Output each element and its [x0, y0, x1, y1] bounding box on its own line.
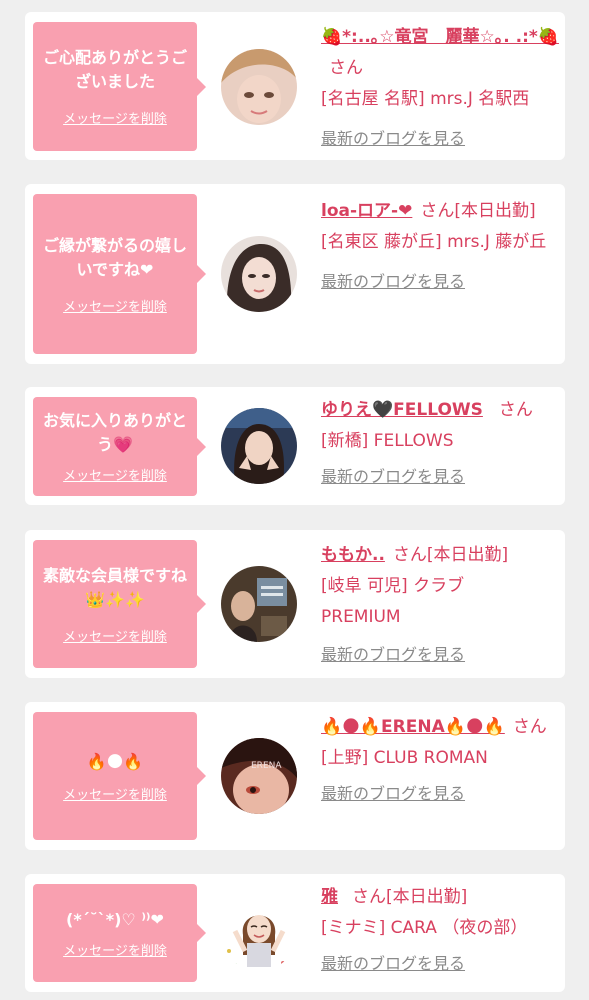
message-bubble: お気に入りありがとう💗 メッセージを削除 — [33, 397, 206, 496]
message-bubble: ご心配ありがとうございました メッセージを削除 — [33, 22, 206, 151]
message-card: 素敵な会員様ですね👑✨✨ メッセージを削除 ももか.. さん[本日出勤] [岐阜 … — [25, 530, 565, 678]
svg-text:ERENA: ERENA — [251, 761, 282, 771]
message-bubble: 🔥🌑🔥 メッセージを削除 — [33, 712, 206, 840]
user-info: 雅さん[本日出勤] [ミナミ] CARA （夜の部） 最新のブログを見る — [321, 882, 559, 980]
latest-blog-link[interactable]: 最新のブログを見る — [321, 461, 465, 492]
shop-label: [名東区 藤が丘] mrs.J 藤が丘 — [321, 232, 547, 252]
message-text: お気に入りありがとう💗 — [42, 411, 187, 454]
message-bubble: (*´˘`*)♡ ⁾⁾❤ メッセージを削除 — [33, 884, 206, 982]
user-info: 🔥🌑🔥ERENA🔥🌑🔥 さん [上野] CLUB ROMAN 最新のブログを見る — [321, 712, 559, 810]
delete-message-link[interactable]: メッセージを削除 — [63, 296, 167, 315]
message-card: お気に入りありがとう💗 メッセージを削除 ゆりえ🖤FELLOWS さん [新橋] … — [25, 387, 565, 505]
latest-blog-link[interactable]: 最新のブログを見る — [321, 266, 465, 297]
avatar[interactable] — [221, 236, 297, 312]
user-name-link[interactable]: loa-ロア-❤ — [321, 201, 412, 221]
latest-blog-link[interactable]: 最新のブログを見る — [321, 639, 465, 670]
message-text: 🔥🌑🔥 — [86, 751, 144, 771]
shop-label: [ミナミ] CARA （夜の部） — [321, 918, 528, 938]
delete-message-link[interactable]: メッセージを削除 — [63, 784, 167, 803]
latest-blog-link[interactable]: 最新のブログを見る — [321, 948, 465, 979]
honorific: さん — [352, 887, 386, 907]
message-bubble: 素敵な会員様ですね👑✨✨ メッセージを削除 — [33, 540, 206, 668]
delete-message-link[interactable]: メッセージを削除 — [63, 465, 167, 484]
user-name-link[interactable]: ゆりえ🖤FELLOWS — [321, 400, 483, 420]
user-info: ももか.. さん[本日出勤] [岐阜 可児] クラブPREMIUM 最新のブログを… — [321, 540, 559, 671]
message-card: ご縁が繋がるの嬉しいですね❤ メッセージを削除 loa-ロア-❤ さん[本日出勤]… — [25, 184, 565, 364]
user-info: ゆりえ🖤FELLOWS さん [新橋] FELLOWS 最新のブログを見る — [321, 395, 559, 493]
honorific: さん — [329, 58, 363, 78]
delete-message-link[interactable]: メッセージを削除 — [63, 626, 167, 645]
attendance-status: [本日出勤] — [386, 887, 468, 907]
avatar[interactable] — [221, 566, 297, 642]
message-text: (*´˘`*)♡ ⁾⁾❤ — [66, 909, 164, 929]
shop-label: [上野] CLUB ROMAN — [321, 748, 488, 768]
honorific: さん — [512, 717, 547, 737]
message-text: 素敵な会員様ですね👑✨✨ — [42, 565, 187, 609]
message-card: 🔥🌑🔥 メッセージを削除 ERENA 🔥🌑🔥ERENA🔥🌑🔥 さん [上野] CL… — [25, 702, 565, 850]
message-bubble: ご縁が繋がるの嬉しいですね❤ メッセージを削除 — [33, 194, 206, 354]
latest-blog-link[interactable]: 最新のブログを見る — [321, 123, 465, 154]
shop-label: [名古屋 名駅] mrs.J 名駅西 — [321, 89, 530, 109]
message-text: ご心配ありがとうございました — [42, 48, 187, 91]
avatar[interactable] — [221, 49, 297, 125]
delete-message-link[interactable]: メッセージを削除 — [63, 940, 167, 959]
avatar[interactable] — [221, 408, 297, 484]
user-name-link[interactable]: ももか.. — [321, 545, 385, 565]
delete-message-link[interactable]: メッセージを削除 — [63, 108, 167, 127]
honorific: さん — [392, 545, 427, 565]
avatar[interactable] — [221, 895, 297, 971]
avatar[interactable]: ERENA — [221, 738, 297, 814]
attendance-status: [本日出勤] — [454, 201, 536, 221]
shop-label: [新橋] FELLOWS — [321, 431, 454, 451]
message-text: ご縁が繋がるの嬉しいですね❤ — [42, 235, 187, 279]
user-info: 🍓*:..｡☆竜宮 麗華☆｡. .:*🍓 さん [名古屋 名駅] mrs.J 名駅… — [321, 22, 559, 155]
latest-blog-link[interactable]: 最新のブログを見る — [321, 778, 465, 809]
user-name-link[interactable]: 雅 — [321, 887, 338, 907]
honorific: さん — [498, 400, 533, 420]
user-name-link[interactable]: 🔥🌑🔥ERENA🔥🌑🔥 — [321, 717, 505, 737]
attendance-status: [本日出勤] — [426, 545, 509, 565]
honorific: さん — [420, 201, 455, 221]
shop-label: [岐阜 可児] クラブPREMIUM — [321, 576, 465, 627]
user-name-link[interactable]: 🍓*:..｡☆竜宮 麗華☆｡. .:*🍓 — [321, 27, 559, 47]
user-info: loa-ロア-❤ さん[本日出勤] [名東区 藤が丘] mrs.J 藤が丘 最新の… — [321, 196, 559, 298]
message-card: (*´˘`*)♡ ⁾⁾❤ メッセージを削除 雅さん[本日出勤] [ミナミ] CA… — [25, 874, 565, 992]
message-card: ご心配ありがとうございました メッセージを削除 🍓*:..｡☆竜宮 麗華☆｡. … — [25, 12, 565, 160]
